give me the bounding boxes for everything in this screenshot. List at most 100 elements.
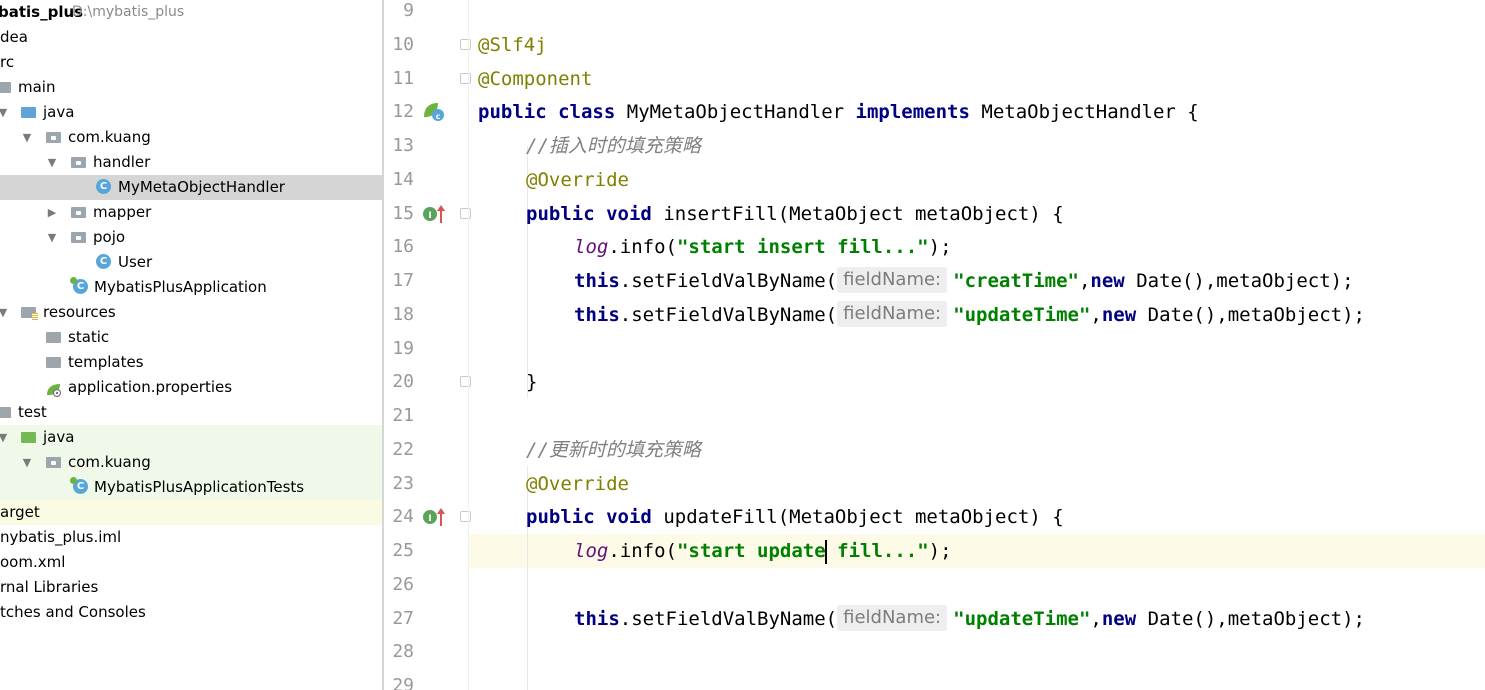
code-line-18[interactable]: this.setFieldValByName(fieldName: "update…	[574, 298, 1365, 332]
code-line-15[interactable]: public void insertFill(MetaObject metaOb…	[526, 197, 1064, 231]
tree-row-package-pojo[interactable]: ▼ pojo	[0, 225, 382, 250]
line-number: 14	[392, 169, 414, 190]
tree-row-idea[interactable]: dea	[0, 25, 382, 50]
tree-row-java[interactable]: ▼ java	[0, 100, 382, 125]
tree-row-iml-file[interactable]: nybatis_plus.iml	[0, 525, 382, 550]
code-line-22[interactable]: //更新时的填充策略	[526, 433, 701, 467]
tree-row-external-libraries[interactable]: rnal Libraries	[0, 575, 382, 600]
fold-marker-icon[interactable]	[460, 208, 471, 219]
chevron-down-icon[interactable]: ▼	[0, 100, 10, 125]
line-number: 25	[392, 540, 414, 561]
project-path: D:\mybatis_plus	[72, 4, 185, 20]
fold-marker-icon[interactable]	[460, 511, 471, 522]
fold-marker-icon[interactable]	[460, 376, 471, 387]
tree-row-label: main	[18, 78, 56, 96]
line-number: 12	[392, 101, 414, 122]
code-line-13[interactable]: //插入时的填充策略	[526, 129, 701, 163]
tree-row-pom-xml[interactable]: oom.xml	[0, 550, 382, 575]
line-number: 17	[392, 270, 414, 291]
svg-text:I: I	[428, 211, 431, 221]
code-token: .setFieldValByName(	[619, 270, 838, 292]
string-token: "start update	[676, 540, 826, 562]
string-token: "creatTime"	[953, 270, 1079, 292]
parameter-hint: fieldName:	[837, 267, 948, 293]
tree-row-target[interactable]: arget	[0, 500, 382, 525]
tree-row-test[interactable]: test	[0, 400, 382, 425]
code-line-20[interactable]: }	[526, 365, 537, 399]
tree-row-templates[interactable]: templates	[0, 350, 382, 375]
java-class-icon: C	[96, 179, 111, 194]
chevron-down-icon[interactable]: ▼	[0, 300, 10, 325]
spring-bean-icon[interactable]: c	[422, 101, 444, 121]
implements-method-icon[interactable]: I	[422, 203, 445, 223]
string-token: "updateTime"	[953, 304, 1091, 326]
tree-row-resources[interactable]: ▼ resources	[0, 300, 382, 325]
keyword-token: implements	[855, 101, 970, 123]
code-line-12[interactable]: public class MyMetaObjectHandler impleme…	[478, 95, 1199, 129]
chevron-down-icon[interactable]: ▼	[20, 125, 34, 150]
tree-row-package-com-kuang[interactable]: ▼ com.kuang	[0, 125, 382, 150]
tree-row-label: MybatisPlusApplicationTests	[94, 478, 305, 496]
spring-properties-icon	[46, 380, 62, 398]
code-line-14[interactable]: @Override	[526, 163, 629, 197]
keyword-token: public	[526, 506, 595, 528]
code-editor[interactable]: 9 10 11 12 13 14 15 16 17 18 19 20 21 22…	[384, 0, 1485, 690]
line-number: 22	[392, 439, 414, 460]
line-number: 27	[392, 608, 414, 629]
code-line-17[interactable]: this.setFieldValByName(fieldName: "creatT…	[574, 264, 1354, 298]
code-line-16[interactable]: log.info("start insert fill...");	[574, 230, 952, 264]
fold-marker-icon[interactable]	[460, 39, 471, 50]
code-token: ,	[1078, 270, 1091, 292]
tree-row-main[interactable]: main	[0, 75, 382, 100]
tree-row-scratches-and-consoles[interactable]: tches and Consoles	[0, 600, 382, 625]
resources-folder-icon	[21, 307, 38, 320]
code-token: .setFieldValByName(	[619, 304, 838, 326]
folder-icon	[0, 407, 11, 418]
keyword-token: public	[526, 203, 595, 225]
comment-token: //更新时的填充策略	[526, 439, 701, 461]
code-token: );	[928, 236, 952, 258]
code-token: Date(),metaObject);	[1124, 270, 1354, 292]
chevron-down-icon[interactable]: ▼	[0, 425, 10, 450]
chevron-down-icon[interactable]: ▼	[20, 450, 34, 475]
tree-row-src[interactable]: rc	[0, 50, 382, 75]
tree-row-class-user[interactable]: C User	[0, 250, 382, 275]
tree-row-class-mybatisplusapplicationtests[interactable]: C MybatisPlusApplicationTests	[0, 475, 382, 500]
line-number: 28	[392, 641, 414, 662]
code-line-11[interactable]: @Component	[478, 62, 592, 96]
tree-row-application-properties[interactable]: application.properties	[0, 375, 382, 400]
code-token: ,	[1090, 608, 1102, 630]
line-number: 20	[392, 371, 414, 392]
tree-row-test-java[interactable]: ▼ java	[0, 425, 382, 450]
class-name-token: MyMetaObjectHandler	[626, 101, 845, 123]
code-line-10[interactable]: @Slf4j	[478, 28, 547, 62]
keyword-token: new	[1101, 608, 1137, 630]
chevron-down-icon[interactable]: ▼	[45, 150, 59, 175]
code-line-25[interactable]: log.info("start update fill...");	[574, 534, 952, 568]
implements-method-icon[interactable]: I	[422, 506, 445, 526]
code-line-23[interactable]: @Override	[526, 467, 629, 501]
line-number: 26	[392, 574, 414, 595]
tree-row-package-mapper[interactable]: ▶ mapper	[0, 200, 382, 225]
tree-row-test-package-com-kuang[interactable]: ▼ com.kuang	[0, 450, 382, 475]
chevron-right-icon[interactable]: ▶	[45, 200, 59, 225]
svg-text:c: c	[436, 112, 441, 121]
string-token: "updateTime"	[953, 608, 1091, 630]
tree-row-class-mymetaobjecthandler[interactable]: C MyMetaObjectHandler	[0, 175, 382, 200]
tree-row-project-root[interactable]: batis_plus D:\mybatis_plus	[0, 0, 382, 25]
chevron-down-icon[interactable]: ▼	[45, 225, 59, 250]
fold-marker-icon[interactable]	[460, 73, 471, 84]
tree-row-class-mybatisplusapplication[interactable]: C MybatisPlusApplication	[0, 275, 382, 300]
project-name: batis_plus	[0, 3, 84, 21]
tree-row-label: java	[43, 103, 75, 121]
line-number: 16	[392, 236, 414, 257]
code-token: Date(),metaObject);	[1136, 304, 1365, 326]
line-number: 13	[392, 135, 414, 156]
code-line-27[interactable]: this.setFieldValByName(fieldName: "update…	[574, 602, 1365, 636]
method-signature-token: updateFill(MetaObject metaObject) {	[663, 506, 1064, 528]
string-token: fill..."	[825, 540, 929, 562]
tree-row-static[interactable]: static	[0, 325, 382, 350]
editor-gutter[interactable]: 9 10 11 12 13 14 15 16 17 18 19 20 21 22…	[384, 0, 471, 690]
tree-row-package-handler[interactable]: ▼ handler	[0, 150, 382, 175]
code-line-24[interactable]: public void updateFill(MetaObject metaOb…	[526, 500, 1064, 534]
